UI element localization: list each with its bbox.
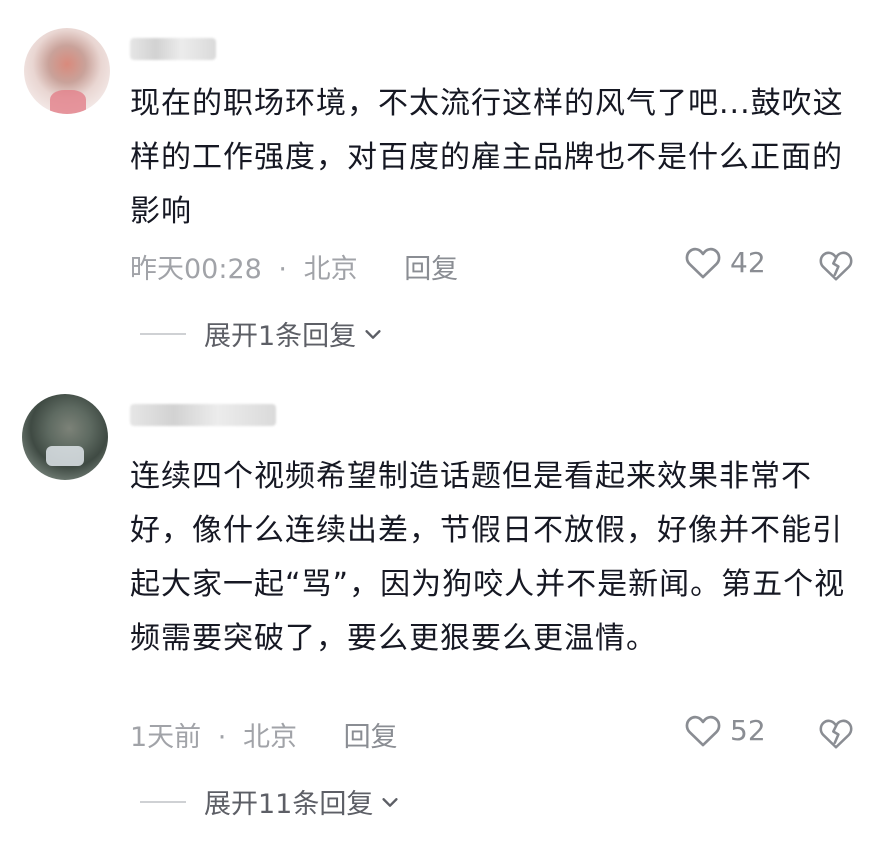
comment-item: 现在的职场环境，不太流行这样的风气了吧...鼓吹这样的工作强度，对百度的雇主品牌… — [0, 0, 894, 372]
like-count: 52 — [730, 713, 766, 747]
dislike-button[interactable] — [818, 247, 854, 283]
heart-outline-icon — [685, 715, 721, 747]
username-blurred[interactable] — [130, 38, 216, 60]
comment-meta: 1天前 · 北京 回复 — [130, 715, 398, 754]
chevron-down-icon — [382, 797, 398, 807]
username-blurred[interactable] — [130, 404, 276, 426]
comment-location: 北京 — [242, 722, 297, 753]
reply-button[interactable]: 回复 — [404, 254, 458, 285]
expand-replies-button[interactable]: 展开1条回复 — [140, 314, 384, 353]
heart-outline-icon — [685, 247, 721, 279]
chevron-down-icon — [365, 329, 381, 339]
broken-heart-icon — [819, 719, 853, 749]
expand-replies-button[interactable]: 展开11条回复 — [140, 782, 401, 821]
comment-time: 昨天00:28 — [130, 254, 262, 285]
meta-separator: · — [217, 722, 227, 753]
dislike-button[interactable] — [818, 715, 854, 751]
divider-line — [140, 332, 186, 335]
meta-separator: · — [278, 254, 287, 285]
like-count: 42 — [730, 245, 766, 279]
comment-meta: 昨天00:28 · 北京 回复 — [130, 247, 458, 286]
divider-line — [140, 800, 186, 803]
comment-item: 连续四个视频希望制造话题但是看起来效果非常不好，像什么连续出差，节假日不放假，好… — [0, 372, 894, 844]
comment-location: 北京 — [303, 254, 358, 285]
broken-heart-icon — [819, 251, 853, 281]
avatar[interactable] — [22, 394, 108, 480]
like-button[interactable]: 52 — [684, 712, 766, 748]
comment-time: 1天前 — [130, 722, 202, 753]
reply-button[interactable]: 回复 — [344, 722, 398, 753]
comment-text: 现在的职场环境，不太流行这样的风气了吧...鼓吹这样的工作强度，对百度的雇主品牌… — [130, 86, 844, 229]
avatar[interactable] — [24, 28, 110, 114]
expand-replies-label: 展开11条回复 — [204, 789, 374, 820]
like-button[interactable]: 42 — [684, 244, 766, 280]
comment-text: 连续四个视频希望制造话题但是看起来效果非常不好，像什么连续出差，节假日不放假，好… — [130, 459, 846, 656]
expand-replies-label: 展开1条回复 — [204, 321, 357, 352]
